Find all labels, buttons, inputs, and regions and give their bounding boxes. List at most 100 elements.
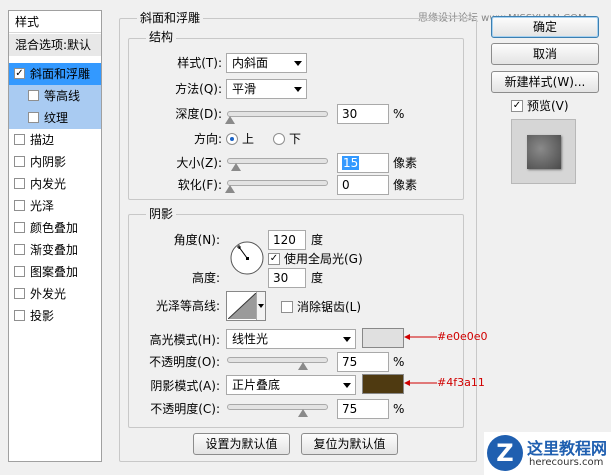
- watermark-bottom-title: 这里教程网: [527, 439, 608, 458]
- style-item-label: 纹理: [44, 111, 69, 125]
- style-item-inner-shadow[interactable]: 内阴影: [9, 151, 101, 173]
- anti-alias-checkbox[interactable]: [281, 301, 293, 313]
- highlight-opacity-label: 不透明度(O):: [149, 355, 220, 369]
- shadow-color-annotation: #4f3a11: [437, 376, 485, 389]
- chevron-down-icon: [294, 61, 302, 66]
- ok-button[interactable]: 确定: [491, 16, 599, 38]
- stroke-checkbox[interactable]: [14, 134, 25, 145]
- direction-down-label: 下: [289, 132, 302, 146]
- style-item-label: 外发光: [30, 287, 67, 301]
- soften-label: 软化(F):: [177, 178, 222, 192]
- altitude-input[interactable]: 30: [268, 268, 306, 288]
- bevel-emboss-title: 斜面和浮雕: [137, 11, 204, 25]
- technique-label: 方法(Q):: [175, 82, 222, 96]
- style-item-contour[interactable]: 等高线: [9, 85, 101, 107]
- preview-swatch: [527, 135, 561, 169]
- style-item-stroke[interactable]: 描边: [9, 129, 101, 151]
- highlight-opacity-track[interactable]: [227, 357, 328, 363]
- style-label: 样式(T):: [177, 56, 222, 70]
- highlight-opacity-thumb[interactable]: [298, 362, 308, 370]
- shadow-annotation-arrow: [404, 380, 437, 386]
- soften-input[interactable]: 0: [337, 175, 389, 195]
- preview-label: 预览(V): [527, 99, 569, 113]
- highlight-mode-dropdown[interactable]: 线性光: [226, 329, 356, 349]
- highlight-color-swatch[interactable]: [362, 328, 404, 348]
- altitude-label: 高度:: [191, 271, 220, 285]
- satin-checkbox[interactable]: [14, 200, 25, 211]
- style-item-gradient-overlay[interactable]: 渐变叠加: [9, 239, 101, 261]
- style-item-satin[interactable]: 光泽: [9, 195, 101, 217]
- soften-unit: 像素: [393, 178, 418, 192]
- style-item-bevel-emboss[interactable]: ✓ 斜面和浮雕: [9, 63, 101, 85]
- gloss-contour-picker[interactable]: [226, 291, 266, 321]
- cancel-button[interactable]: 取消: [491, 43, 599, 65]
- angle-label: 角度(N):: [173, 233, 220, 247]
- color-overlay-checkbox[interactable]: [14, 222, 25, 233]
- drop-shadow-checkbox[interactable]: [14, 310, 25, 321]
- angle-input[interactable]: 120: [268, 230, 306, 250]
- highlight-opacity-unit: %: [393, 355, 405, 369]
- texture-checkbox[interactable]: [28, 112, 39, 123]
- chevron-down-icon: [258, 304, 264, 308]
- inner-shadow-checkbox[interactable]: [14, 156, 25, 167]
- style-item-inner-glow[interactable]: 内发光: [9, 173, 101, 195]
- structure-title: 结构: [146, 30, 177, 44]
- size-input[interactable]: 15: [337, 153, 389, 173]
- inner-glow-checkbox[interactable]: [14, 178, 25, 189]
- style-item-label: 光泽: [30, 199, 55, 213]
- size-slider-thumb[interactable]: [231, 163, 241, 171]
- shadow-mode-label: 阴影模式(A):: [150, 379, 220, 393]
- reset-default-button[interactable]: 复位为默认值: [301, 433, 398, 455]
- depth-input[interactable]: 30: [337, 104, 389, 124]
- outer-glow-checkbox[interactable]: [14, 288, 25, 299]
- contour-preview-icon: [228, 293, 256, 319]
- highlight-color-annotation: #e0e0e0: [437, 330, 488, 343]
- preview-checkbox[interactable]: ✓: [511, 100, 523, 112]
- size-label: 大小(Z):: [176, 156, 222, 170]
- size-input-value: 15: [342, 156, 360, 170]
- make-default-button[interactable]: 设置为默认值: [193, 433, 290, 455]
- shadow-opacity-unit: %: [393, 402, 405, 416]
- style-item-label: 描边: [30, 133, 55, 147]
- depth-slider-thumb[interactable]: [225, 116, 235, 124]
- highlight-mode-value: 线性光: [232, 332, 269, 346]
- direction-up-label: 上: [242, 132, 255, 146]
- altitude-unit: 度: [311, 271, 324, 285]
- gloss-contour-label: 光泽等高线:: [155, 299, 220, 313]
- watermark-bottom-url: herecours.com: [529, 457, 604, 468]
- style-dropdown[interactable]: 内斜面: [226, 53, 307, 73]
- style-item-label: 内阴影: [30, 155, 67, 169]
- technique-dropdown-value: 平滑: [232, 82, 257, 96]
- chevron-down-icon: [294, 87, 302, 92]
- depth-slider-track[interactable]: [227, 111, 328, 117]
- soften-slider-track[interactable]: [227, 180, 328, 186]
- shadow-opacity-track[interactable]: [227, 404, 328, 410]
- shadow-mode-dropdown[interactable]: 正片叠底: [226, 375, 356, 395]
- global-light-checkbox[interactable]: ✓: [268, 253, 280, 265]
- shadow-color-swatch[interactable]: [362, 374, 404, 394]
- direction-down-radio[interactable]: [273, 133, 285, 145]
- shadow-opacity-thumb[interactable]: [298, 409, 308, 417]
- bevel-checkbox[interactable]: ✓: [14, 68, 25, 79]
- style-item-drop-shadow[interactable]: 投影: [9, 305, 101, 327]
- blend-options-item[interactable]: 混合选项:默认: [9, 34, 101, 56]
- shadow-opacity-input[interactable]: 75: [337, 399, 389, 419]
- style-item-label: 投影: [30, 309, 55, 323]
- style-item-outer-glow[interactable]: 外发光: [9, 283, 101, 305]
- new-style-button[interactable]: 新建样式(W)...: [491, 71, 599, 93]
- style-item-pattern-overlay[interactable]: 图案叠加: [9, 261, 101, 283]
- style-dropdown-value: 内斜面: [232, 56, 269, 70]
- direction-up-radio[interactable]: [226, 133, 238, 145]
- logo-z-icon: Z: [487, 435, 523, 471]
- technique-dropdown[interactable]: 平滑: [226, 79, 307, 99]
- highlight-opacity-input[interactable]: 75: [337, 352, 389, 372]
- gradient-overlay-checkbox[interactable]: [14, 244, 25, 255]
- style-item-color-overlay[interactable]: 颜色叠加: [9, 217, 101, 239]
- soften-slider-thumb[interactable]: [225, 185, 235, 193]
- contour-checkbox[interactable]: [28, 90, 39, 101]
- pattern-overlay-checkbox[interactable]: [14, 266, 25, 277]
- size-slider-track[interactable]: [227, 158, 328, 164]
- style-item-texture[interactable]: 纹理: [9, 107, 101, 129]
- depth-unit: %: [393, 107, 405, 121]
- depth-label: 深度(D):: [175, 107, 222, 121]
